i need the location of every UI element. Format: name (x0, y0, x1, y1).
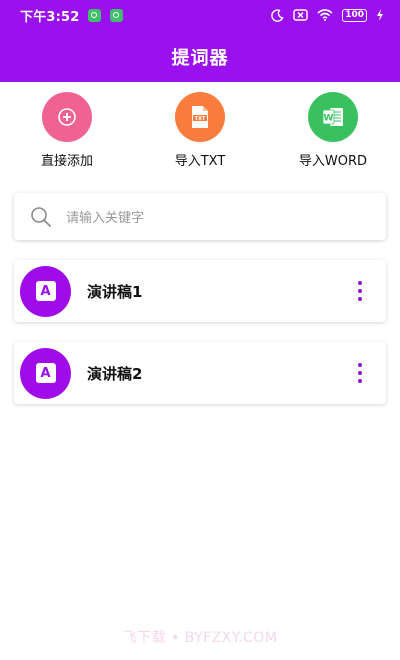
import-txt-label: 导入TXT (174, 154, 226, 169)
wifi-icon (317, 9, 333, 21)
script-avatar: A (20, 347, 71, 399)
moon-icon (271, 8, 284, 22)
import-word-button[interactable]: W 导入WORD (273, 92, 393, 169)
status-icons: 100 (271, 8, 384, 22)
battery-indicator: 100 (342, 8, 367, 22)
add-direct-button[interactable]: 直接添加 (7, 92, 127, 169)
status-time: 下午3:52 (20, 9, 80, 25)
script-name: 演讲稿2 (87, 364, 143, 383)
svg-text:W: W (324, 114, 334, 124)
add-circle (42, 92, 92, 142)
script-name: 演讲稿1 (87, 282, 143, 301)
more-options-icon[interactable] (356, 281, 364, 301)
svg-text:TXT: TXT (195, 116, 206, 122)
word-circle: W (308, 92, 358, 142)
script-avatar: A (20, 265, 71, 317)
app-header: 下午3:52 100 提词器 (0, 0, 400, 82)
search-icon (30, 206, 52, 228)
script-list-item[interactable]: A 演讲稿1 (14, 260, 386, 322)
status-bar: 下午3:52 100 (0, 0, 400, 30)
notification-icon (109, 8, 123, 22)
more-options-icon[interactable] (356, 363, 364, 383)
charging-icon (377, 9, 383, 21)
watermark-text: 飞下载 • BYFZXY.COM (122, 630, 278, 646)
add-direct-label: 直接添加 (40, 154, 93, 169)
page-title: 提词器 (171, 48, 229, 69)
import-txt-button[interactable]: TXT 导入TXT (140, 92, 260, 169)
notification-icon (87, 8, 101, 22)
word-icon: W (322, 108, 343, 126)
txt-file-icon: TXT (192, 106, 208, 128)
action-row: 直接添加 TXT 导入TXT W 导入WORD (0, 92, 400, 172)
sim-off-icon (293, 9, 308, 21)
txt-circle: TXT (175, 92, 225, 142)
import-word-label: 导入WORD (298, 154, 368, 169)
search-input[interactable]: 请输入关键字 (14, 193, 386, 240)
script-list-item[interactable]: A 演讲稿2 (14, 342, 386, 404)
document-a-icon: A (35, 281, 56, 301)
document-a-icon: A (35, 363, 56, 383)
search-placeholder: 请输入关键字 (66, 211, 145, 226)
plus-icon (58, 108, 76, 126)
